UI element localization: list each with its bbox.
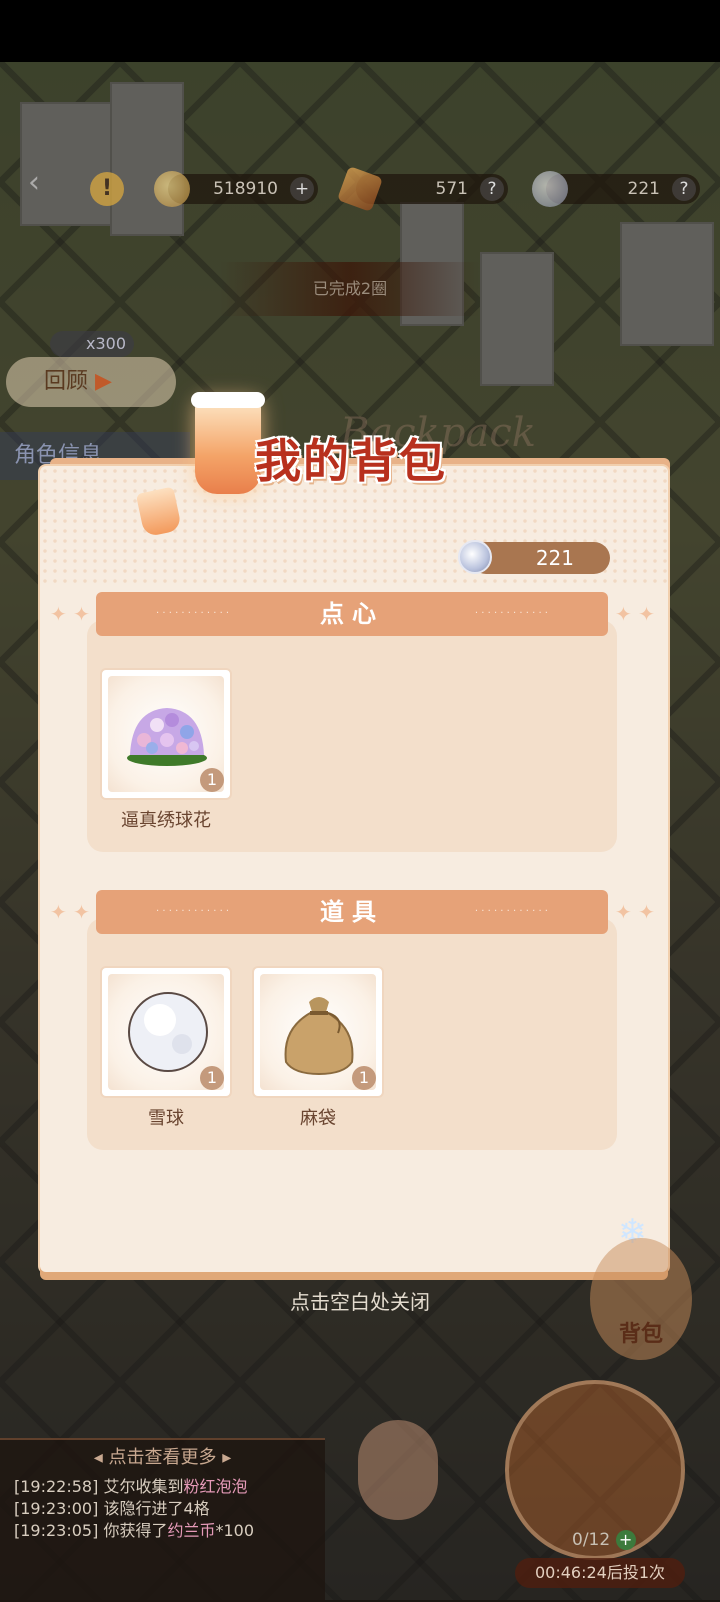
play-icon: ▶ bbox=[95, 369, 112, 394]
log-header-label: 点击查看更多 bbox=[108, 1447, 217, 1468]
inventory-item-hydrangea[interactable]: 1 逼真绣球花 bbox=[100, 668, 232, 832]
item-name: 麻袋 bbox=[300, 1108, 336, 1129]
sparkle-icon: ✦ ✦ bbox=[50, 900, 90, 924]
add-gold-button[interactable]: + bbox=[290, 177, 314, 201]
gem-value: 571 bbox=[435, 179, 468, 199]
item-count: 1 bbox=[352, 1066, 376, 1090]
silver-value: 221 bbox=[627, 179, 660, 199]
silver-help-button[interactable]: ? bbox=[672, 177, 696, 201]
add-dice-icon[interactable]: + bbox=[615, 1530, 636, 1550]
review-button[interactable]: 回顾 ▶ bbox=[6, 357, 176, 407]
gold-value: 518910 bbox=[213, 179, 278, 199]
silver-coin-icon bbox=[532, 171, 568, 207]
item-name: 雪球 bbox=[148, 1108, 184, 1129]
log-entry: [19:22:58] 艾尔收集到粉红泡泡 bbox=[14, 1477, 248, 1496]
gem-help-button[interactable]: ? bbox=[480, 177, 504, 201]
ticket-count: x300 bbox=[50, 331, 134, 357]
dice-count: 0/12 + bbox=[572, 1530, 636, 1550]
sack-icon bbox=[284, 997, 354, 1076]
gold-counter: 518910 + bbox=[154, 171, 318, 207]
log-entry: [19:23:00] 该隐行进了4格 bbox=[14, 1499, 210, 1518]
gem-counter: 571 ? bbox=[336, 165, 508, 213]
alert-icon[interactable]: ! bbox=[90, 172, 124, 206]
snowball-icon bbox=[128, 992, 208, 1072]
item-name: 逼真绣球花 bbox=[121, 810, 211, 831]
log-entry: [19:23:05] 你获得了约兰币*100 bbox=[14, 1521, 255, 1540]
review-label: 回顾 bbox=[44, 369, 89, 394]
inventory-item-sack[interactable]: 1 麻袋 bbox=[252, 966, 384, 1130]
item-slot[interactable]: 1 bbox=[252, 966, 384, 1098]
lantern-icon bbox=[191, 392, 265, 494]
gold-coin-icon bbox=[154, 171, 190, 207]
sparkle-icon: ✦ ✦ bbox=[615, 900, 655, 924]
item-slot[interactable]: 1 bbox=[100, 966, 232, 1098]
item-count: 1 bbox=[200, 1066, 224, 1090]
backpack-button[interactable]: 背包 bbox=[590, 1238, 692, 1360]
inventory-item-snowball[interactable]: 1 雪球 bbox=[100, 966, 232, 1130]
props-section-header: 道具 bbox=[96, 890, 608, 934]
back-arrow-icon[interactable]: ‹ bbox=[28, 165, 68, 205]
silver-coin-icon bbox=[458, 540, 492, 574]
backpack-panel bbox=[40, 466, 668, 1272]
event-log[interactable]: ◂ 点击查看更多 ▸ [19:22:58] 艾尔收集到粉红泡泡 [19:23:0… bbox=[0, 1438, 325, 1602]
item-count: 1 bbox=[200, 768, 224, 792]
snack-section-header: 点心 bbox=[96, 592, 608, 636]
player-avatar[interactable] bbox=[358, 1420, 438, 1520]
sparkle-icon: ✦ ✦ bbox=[50, 602, 90, 626]
log-more-link[interactable]: ◂ 点击查看更多 ▸ bbox=[0, 1440, 325, 1476]
backpack-button-label: 背包 bbox=[618, 1322, 663, 1347]
progress-banner: 已完成2圈 bbox=[220, 262, 480, 316]
silver-counter: 221 ? bbox=[532, 171, 700, 207]
sparkle-icon: ✦ ✦ bbox=[615, 602, 655, 626]
backpack-title: 我的背包 bbox=[255, 434, 447, 488]
hydrangea-icon bbox=[127, 708, 207, 766]
dice-timer: 00:46:24后投1次 bbox=[515, 1558, 685, 1588]
item-slot[interactable]: 1 bbox=[100, 668, 232, 800]
status-bar bbox=[0, 0, 720, 62]
